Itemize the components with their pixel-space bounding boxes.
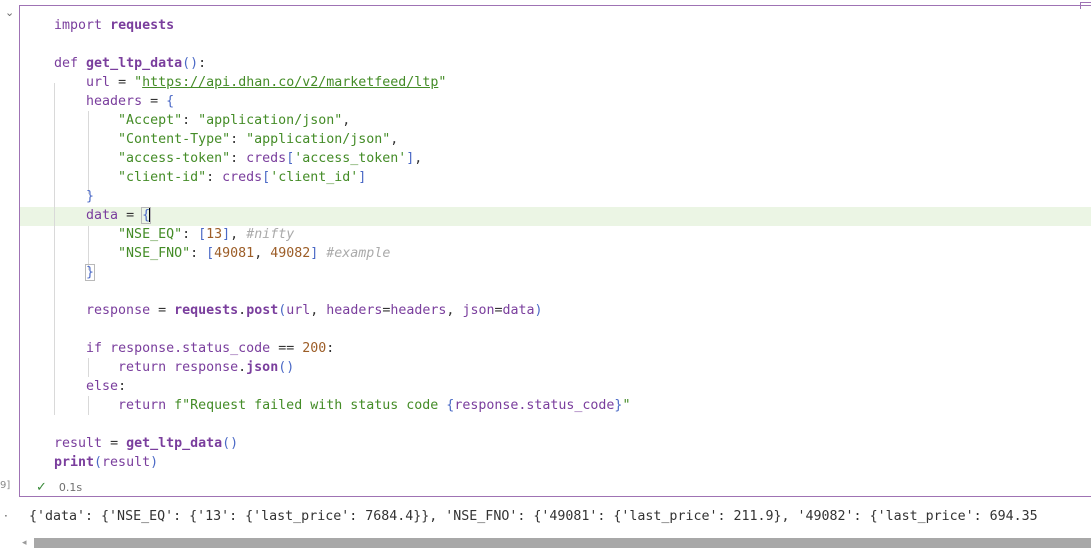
code-line: "access-token": creds['access_token'], bbox=[118, 151, 423, 166]
code-line: "client-id": creds['client_id'] bbox=[118, 170, 367, 185]
collapse-chevron-icon[interactable]: ⌄ bbox=[5, 6, 14, 19]
scrollbar-thumb[interactable] bbox=[34, 538, 1091, 548]
code-line: import requests bbox=[54, 18, 175, 33]
cell-output: {'data': {'NSE_EQ': {'13': {'last_price'… bbox=[29, 509, 1038, 524]
code-line: else: bbox=[86, 379, 127, 394]
execution-time: 0.1s bbox=[58, 481, 83, 494]
execution-status: ✓ 0.1s bbox=[36, 480, 82, 496]
output-menu-icon[interactable]: ⋅ bbox=[4, 509, 8, 523]
code-line: headers = { bbox=[86, 94, 175, 109]
code-line: "NSE_EQ": [13], #nifty bbox=[118, 227, 295, 242]
execution-count: 9] bbox=[0, 480, 11, 491]
code-line: url = "https://api.dhan.co/v2/marketfeed… bbox=[86, 75, 447, 90]
text-cursor bbox=[149, 207, 151, 222]
scroll-left-icon[interactable]: ◂ bbox=[22, 536, 27, 550]
cell-corner-mark bbox=[1080, 2, 1091, 9]
code-line: } bbox=[86, 189, 95, 204]
code-line: result = get_ltp_data() bbox=[54, 436, 239, 451]
code-line-current: data = { bbox=[86, 207, 152, 224]
code-line: "Content-Type": "application/json", bbox=[118, 132, 399, 147]
code-line: def get_ltp_data(): bbox=[54, 56, 207, 71]
code-line: response = requests.post(url, headers=he… bbox=[86, 303, 543, 318]
code-line: if response.status_code == 200: bbox=[86, 341, 335, 356]
code-line: } bbox=[85, 264, 96, 281]
horizontal-scrollbar[interactable]: ◂ bbox=[20, 536, 1091, 550]
code-line: return f"Request failed with status code… bbox=[118, 398, 631, 413]
url-link[interactable]: https://api.dhan.co/v2/marketfeed/ltp bbox=[142, 75, 438, 90]
code-line: print(result) bbox=[54, 455, 159, 470]
current-line-highlight bbox=[20, 207, 1091, 226]
code-line: "Accept": "application/json", bbox=[118, 113, 351, 128]
code-line: "NSE_FNO": [49081, 49082] #example bbox=[118, 246, 391, 261]
checkmark-icon: ✓ bbox=[36, 480, 47, 495]
code-line: return response.json() bbox=[118, 360, 295, 375]
